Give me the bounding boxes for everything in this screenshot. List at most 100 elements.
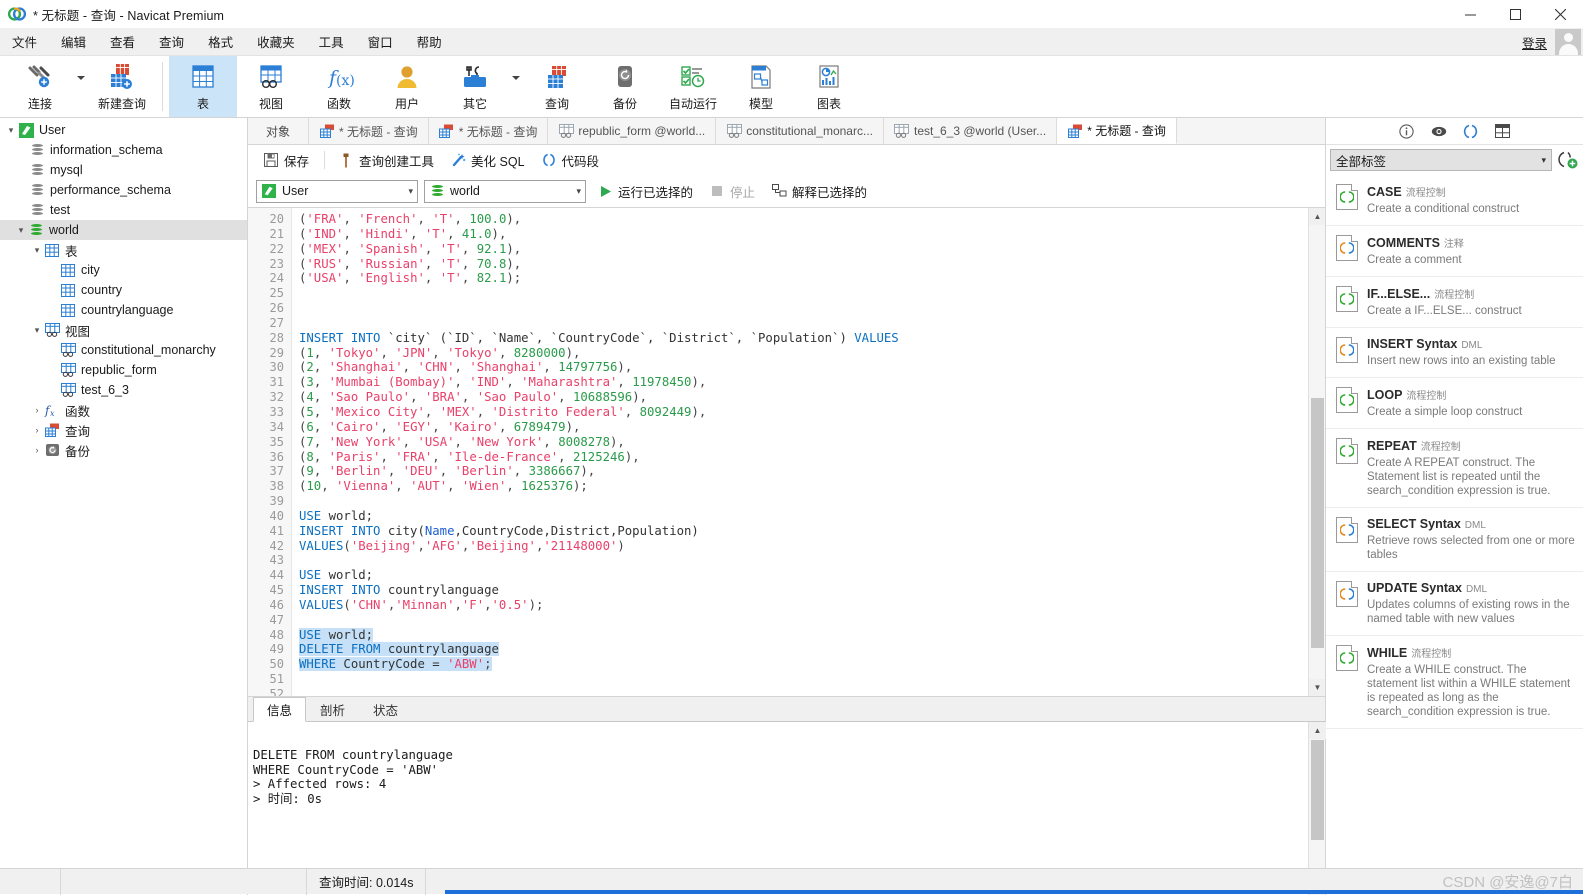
- chevron-down-icon[interactable]: ▾: [400, 186, 413, 197]
- editor-vertical-scrollbar[interactable]: ▲ ▼: [1308, 208, 1325, 696]
- database-select[interactable]: world ▾: [424, 180, 586, 203]
- tab-republic-form[interactable]: republic_form @world...: [548, 118, 716, 144]
- code-line[interactable]: [299, 316, 1308, 331]
- snippet-item[interactable]: LOOP流程控制Create a simple loop construct: [1326, 378, 1583, 429]
- chevron-right-icon[interactable]: ›: [30, 443, 44, 457]
- tree-item-test_6_3[interactable]: test_6_3: [0, 380, 247, 400]
- snippet-item[interactable]: WHILE流程控制Create a WHILE construct. The s…: [1326, 636, 1583, 729]
- sql-editor[interactable]: 2021222324252627282930313233343536373839…: [248, 207, 1325, 697]
- preview-eye-icon[interactable]: [1430, 122, 1448, 140]
- code-line[interactable]: (4, 'Sao Paulo', 'BRA', 'Sao Paulo', 106…: [299, 390, 1308, 405]
- code-snippet-icon[interactable]: [1462, 122, 1480, 140]
- tab-status[interactable]: 状态: [359, 697, 412, 721]
- tree-item-user[interactable]: ▾ User: [0, 120, 247, 140]
- save-button[interactable]: 保存: [256, 148, 316, 173]
- code-line[interactable]: ('USA', 'English', 'T', 82.1);: [299, 271, 1308, 286]
- scroll-up-arrow[interactable]: ▲: [1309, 208, 1325, 225]
- menu-favorites[interactable]: 收藏夹: [245, 28, 307, 55]
- code-line[interactable]: USE world;: [299, 628, 1308, 643]
- chevron-down-icon[interactable]: ▾: [568, 186, 581, 197]
- snippet-item[interactable]: REPEAT流程控制Create A REPEAT construct. The…: [1326, 429, 1583, 508]
- tree-folder-queries[interactable]: › 查询: [0, 420, 247, 440]
- snippet-item[interactable]: COMMENTS注释Create a comment: [1326, 226, 1583, 277]
- toolbar-new-query-button[interactable]: 新建查询: [88, 56, 156, 117]
- menu-help[interactable]: 帮助: [405, 28, 454, 55]
- explain-selected-button[interactable]: 解释已选择的: [766, 179, 872, 204]
- code-line[interactable]: INSERT INTO `city` (`ID`, `Name`, `Count…: [299, 331, 1308, 346]
- editor-tab-bar[interactable]: 对象 * 无标题 - 查询 * 无标题 - 查询 republic_form @…: [248, 118, 1325, 145]
- tree-item-republic_form[interactable]: republic_form: [0, 360, 247, 380]
- login-link[interactable]: 登录: [1522, 33, 1547, 52]
- tab-untitled-query-active[interactable]: * 无标题 - 查询: [1057, 118, 1177, 144]
- add-snippet-button[interactable]: [1557, 149, 1579, 171]
- toolbar-functions-button[interactable]: f (x) 函数: [305, 56, 373, 117]
- code-line[interactable]: INSERT INTO city(Name,CountryCode,Distri…: [299, 524, 1308, 539]
- code-line[interactable]: (10, 'Vienna', 'AUT', 'Wien', 1625376);: [299, 479, 1308, 494]
- toolbar-users-button[interactable]: 用户: [373, 56, 441, 117]
- code-line[interactable]: (1, 'Tokyo', 'JPN', 'Tokyo', 8280000),: [299, 346, 1308, 361]
- chevron-down-icon[interactable]: ▾: [30, 243, 44, 257]
- tab-constitutional-monarchy[interactable]: constitutional_monarc...: [716, 118, 884, 144]
- snippet-item[interactable]: INSERT SyntaxDMLInsert new rows into an …: [1326, 328, 1583, 378]
- scroll-thumb[interactable]: [1311, 398, 1324, 648]
- tree-item-performance_schema[interactable]: performance_schema: [0, 180, 247, 200]
- code-line[interactable]: ('MEX', 'Spanish', 'T', 92.1),: [299, 242, 1308, 257]
- snippet-item[interactable]: IF...ELSE...流程控制Create a IF...ELSE... co…: [1326, 277, 1583, 328]
- right-panel-icon-bar[interactable]: [1326, 118, 1583, 145]
- code-line[interactable]: WHERE CountryCode = 'ABW';: [299, 657, 1308, 672]
- menu-view[interactable]: 查看: [98, 28, 147, 55]
- menu-window[interactable]: 窗口: [356, 28, 405, 55]
- code-line[interactable]: [299, 672, 1308, 687]
- toolbar-query-button[interactable]: 查询: [523, 56, 591, 117]
- connection-select[interactable]: User ▾: [256, 180, 418, 203]
- tree-item-mysql[interactable]: mysql: [0, 160, 247, 180]
- beautify-sql-button[interactable]: 美化 SQL: [443, 148, 532, 173]
- tree-folder-functions[interactable]: › fx 函数: [0, 400, 247, 420]
- tree-folder-tables[interactable]: ▾ 表: [0, 240, 247, 260]
- code-line[interactable]: USE world;: [299, 509, 1308, 524]
- navigation-tree[interactable]: ▾ User information_schema mysql performa…: [0, 118, 248, 895]
- avatar[interactable]: [1555, 29, 1581, 55]
- code-line[interactable]: INSERT INTO countrylanguage: [299, 583, 1308, 598]
- toolbar-views-button[interactable]: 视图: [237, 56, 305, 117]
- code-line[interactable]: (6, 'Cairo', 'EGY', 'Kairo', 6789479),: [299, 420, 1308, 435]
- chevron-down-icon[interactable]: ▾: [1541, 155, 1546, 166]
- code-snippet-button[interactable]: 代码段: [534, 148, 607, 173]
- toolbar-backup-button[interactable]: 备份: [591, 56, 659, 117]
- code-line[interactable]: [299, 553, 1308, 568]
- scroll-thumb[interactable]: [1311, 740, 1324, 840]
- toolbar-other-button[interactable]: 其它: [441, 56, 509, 117]
- sql-code-area[interactable]: ('FRA', 'French', 'T', 100.0),('IND', 'H…: [292, 208, 1308, 696]
- code-line[interactable]: [299, 687, 1308, 696]
- query-builder-button[interactable]: 查询创建工具: [331, 148, 441, 173]
- snippet-item[interactable]: SELECT SyntaxDMLRetrieve rows selected f…: [1326, 508, 1583, 572]
- menu-query[interactable]: 查询: [147, 28, 196, 55]
- toolbar-chart-button[interactable]: 图表: [795, 56, 863, 117]
- toolbar-model-button[interactable]: 模型: [727, 56, 795, 117]
- tree-item-city[interactable]: city: [0, 260, 247, 280]
- code-line[interactable]: VALUES('Beijing','AFG','Beijing','211480…: [299, 539, 1308, 554]
- snippet-item[interactable]: UPDATE SyntaxDMLUpdates columns of exist…: [1326, 572, 1583, 636]
- code-line[interactable]: (3, 'Mumbai (Bombay)', 'IND', 'Maharasht…: [299, 375, 1308, 390]
- snippet-item[interactable]: CASE流程控制Create a conditional construct: [1326, 175, 1583, 226]
- code-line[interactable]: ('IND', 'Hindi', 'T', 41.0),: [299, 227, 1308, 242]
- scroll-down-arrow[interactable]: ▼: [1309, 679, 1325, 696]
- chevron-down-icon[interactable]: ▾: [4, 123, 18, 137]
- tab-untitled-query-1[interactable]: * 无标题 - 查询: [309, 118, 429, 144]
- code-line[interactable]: [299, 286, 1308, 301]
- toolbar-connection-button[interactable]: 连接: [6, 56, 74, 117]
- tab-profile[interactable]: 剖析: [306, 697, 359, 721]
- snippet-list[interactable]: CASE流程控制Create a conditional constructCO…: [1326, 175, 1583, 895]
- tag-filter-select[interactable]: 全部标签 ▾: [1330, 149, 1552, 171]
- tree-item-information_schema[interactable]: information_schema: [0, 140, 247, 160]
- code-line[interactable]: [299, 301, 1308, 316]
- code-line[interactable]: (7, 'New York', 'USA', 'New York', 80082…: [299, 435, 1308, 450]
- menu-format[interactable]: 格式: [196, 28, 245, 55]
- tree-item-test[interactable]: test: [0, 200, 247, 220]
- chevron-right-icon[interactable]: ›: [30, 403, 44, 417]
- scroll-up-arrow[interactable]: ▲: [1309, 722, 1326, 739]
- code-line[interactable]: ('RUS', 'Russian', 'T', 70.8),: [299, 257, 1308, 272]
- minimize-button[interactable]: [1448, 0, 1493, 28]
- chevron-down-icon[interactable]: ▾: [30, 323, 44, 337]
- tree-item-country[interactable]: country: [0, 280, 247, 300]
